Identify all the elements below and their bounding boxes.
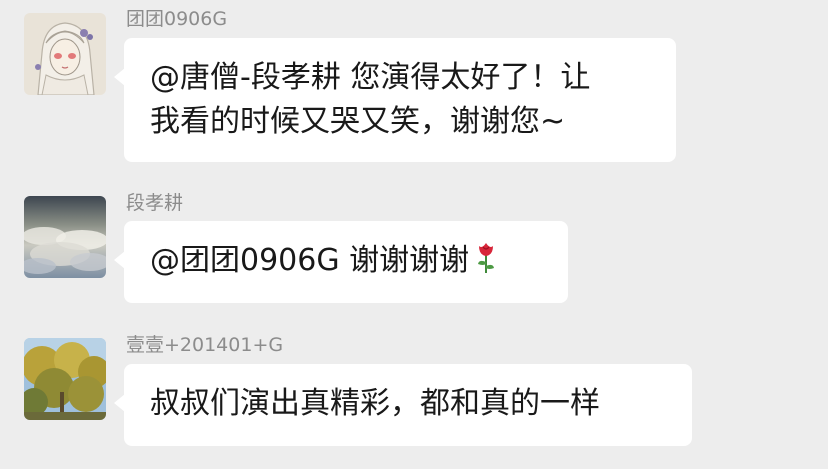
cloud-sky-avatar-icon [24, 196, 106, 278]
avatar[interactable] [24, 196, 106, 278]
message-text: 我看的时候又哭又笑，谢谢您~ [150, 104, 566, 139]
message-bubble[interactable]: 叔叔们演出真精彩，都和真的一样 [114, 364, 692, 446]
message-text: 叔叔们演出真精彩，都和真的一样 [150, 386, 600, 421]
message-bubble[interactable]: @唐僧-段孝耕 您演得太好了！让 我看的时候又哭又笑，谢谢您~ [114, 38, 676, 162]
sender-name: 团团0906G [126, 8, 228, 30]
message-line: @团团0906G 谢谢谢谢 [150, 239, 542, 287]
sender-name: 壹壹+201401+G [126, 334, 284, 356]
anime-girl-avatar-icon [24, 13, 106, 95]
sender-name: 段孝耕 [126, 192, 184, 214]
ginkgo-tree-avatar-icon [24, 338, 106, 420]
message-text: @唐僧-段孝耕 您演得太好了！让 [150, 60, 591, 95]
message-text: @团团0906G 谢谢谢谢 [150, 243, 470, 278]
message-bubble[interactable]: @团团0906G 谢谢谢谢 [114, 221, 568, 303]
avatar[interactable] [24, 338, 106, 420]
rose-emoji-icon [475, 240, 497, 287]
avatar[interactable] [24, 13, 106, 95]
